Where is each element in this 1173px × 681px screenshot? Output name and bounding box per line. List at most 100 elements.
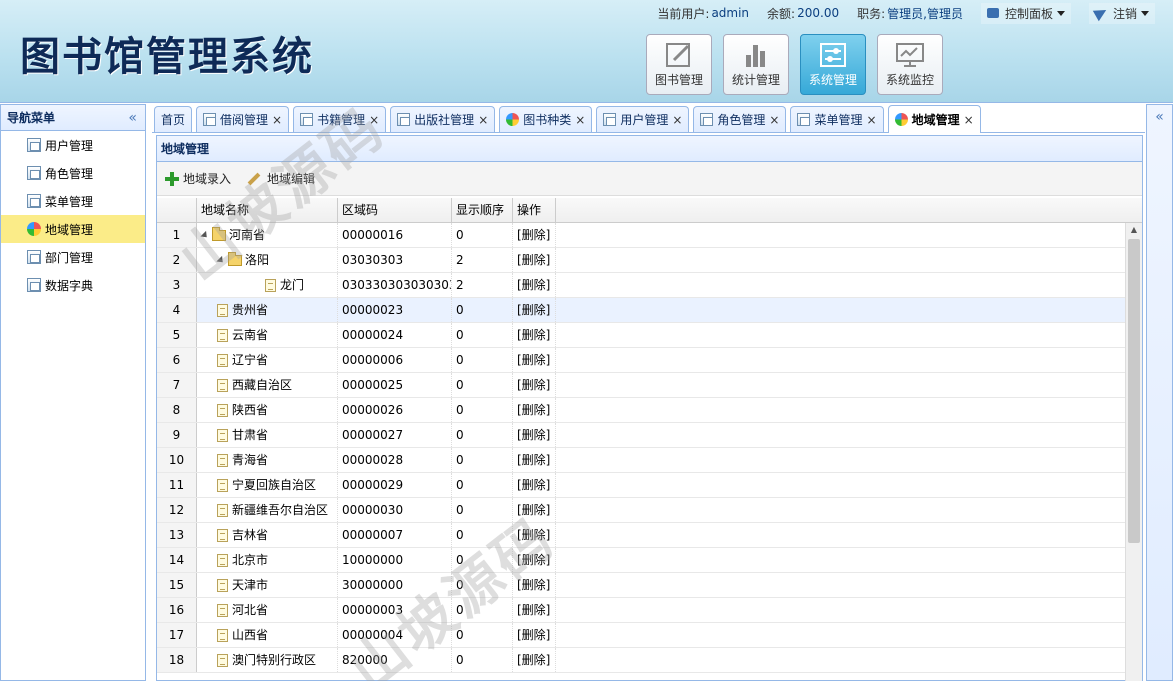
add-region-button[interactable]: 地域录入 — [165, 170, 231, 187]
tree-node[interactable]: 陕西省 — [201, 398, 337, 422]
close-icon[interactable]: × — [769, 113, 779, 127]
tree-node[interactable]: 龙门 — [201, 273, 337, 297]
delete-link[interactable]: [删除] — [513, 548, 556, 572]
tree-node[interactable]: 澳门特别行政区 — [201, 648, 337, 672]
delete-link[interactable]: [删除] — [513, 648, 556, 672]
nav-button-bar-chart[interactable]: 统计管理 — [723, 34, 789, 95]
sidebar-item[interactable]: 数据字典 — [1, 271, 145, 299]
delete-link[interactable]: [删除] — [513, 273, 556, 297]
table-row[interactable]: 6 辽宁省 00000006 0 [删除] — [157, 348, 1142, 373]
nav-button-settings-sliders[interactable]: 系统管理 — [800, 34, 866, 95]
expand-arrow-icon[interactable] — [200, 230, 210, 240]
delete-link[interactable]: [删除] — [513, 348, 556, 372]
table-row[interactable]: 14 北京市 10000000 0 [删除] — [157, 548, 1142, 573]
sidebar-item[interactable]: 地域管理 — [1, 215, 145, 243]
tab[interactable]: 菜单管理 × — [790, 106, 884, 132]
delete-link[interactable]: [删除] — [513, 623, 556, 647]
tree-node[interactable]: 天津市 — [201, 573, 337, 597]
close-icon[interactable]: × — [478, 113, 488, 127]
table-row[interactable]: 7 西藏自治区 00000025 0 [删除] — [157, 373, 1142, 398]
tree-node[interactable]: 云南省 — [201, 323, 337, 347]
column-header-action[interactable]: 操作 — [513, 198, 556, 222]
tab[interactable]: 出版社管理 × — [390, 106, 496, 132]
nav-button-monitor[interactable]: 系统监控 — [877, 34, 943, 95]
table-row[interactable]: 5 云南省 00000024 0 [删除] — [157, 323, 1142, 348]
display-order: 0 — [452, 548, 513, 572]
close-icon[interactable]: × — [272, 113, 282, 127]
tab[interactable]: 地域管理 × — [887, 105, 981, 133]
table-row[interactable]: 1 河南省 00000016 0 [删除] — [157, 223, 1142, 248]
nav-button-edit[interactable]: 图书管理 — [646, 34, 712, 95]
tree-node[interactable]: 河北省 — [201, 598, 337, 622]
logout-button[interactable]: 注销 — [1088, 2, 1155, 24]
sidebar-item[interactable]: 角色管理 — [1, 159, 145, 187]
tree-node[interactable]: 贵州省 — [201, 298, 337, 322]
expand-arrow-icon[interactable] — [216, 255, 226, 265]
table-row[interactable]: 2 洛阳 03030303 2 [删除] — [157, 248, 1142, 273]
delete-link[interactable]: [删除] — [513, 373, 556, 397]
collapse-left-icon[interactable]: « — [128, 105, 137, 131]
control-panel-button[interactable]: 控制面板 — [980, 2, 1071, 24]
region-code: 00000025 — [338, 373, 452, 397]
delete-link[interactable]: [删除] — [513, 323, 556, 347]
delete-link[interactable]: [删除] — [513, 598, 556, 622]
close-icon[interactable]: × — [672, 113, 682, 127]
delete-link[interactable]: [删除] — [513, 223, 556, 247]
tab[interactable]: 用户管理 × — [596, 106, 690, 132]
delete-link[interactable]: [删除] — [513, 523, 556, 547]
table-row[interactable]: 10 青海省 00000028 0 [删除] — [157, 448, 1142, 473]
tree-node[interactable]: 青海省 — [201, 448, 337, 472]
table-row[interactable]: 8 陕西省 00000026 0 [删除] — [157, 398, 1142, 423]
delete-link[interactable]: [删除] — [513, 298, 556, 322]
tree-node[interactable]: 河南省 — [200, 223, 337, 247]
delete-link[interactable]: [删除] — [513, 573, 556, 597]
table-row[interactable]: 17 山西省 00000004 0 [删除] — [157, 623, 1142, 648]
tree-node[interactable]: 北京市 — [201, 548, 337, 572]
tab[interactable]: 借阅管理 × — [196, 106, 290, 132]
table-row[interactable]: 13 吉林省 00000007 0 [删除] — [157, 523, 1142, 548]
tree-node[interactable]: 吉林省 — [201, 523, 337, 547]
delete-link[interactable]: [删除] — [513, 448, 556, 472]
tab[interactable]: 首页 — [154, 106, 193, 132]
column-header-name[interactable]: 地域名称 — [197, 198, 338, 222]
edit-region-button[interactable]: 地域编辑 — [245, 170, 315, 187]
table-row[interactable]: 11 宁夏回族自治区 00000029 0 [删除] — [157, 473, 1142, 498]
close-icon[interactable]: × — [867, 113, 877, 127]
tree-node[interactable]: 甘肃省 — [201, 423, 337, 447]
table-row[interactable]: 16 河北省 00000003 0 [删除] — [157, 598, 1142, 623]
table-row[interactable]: 4 贵州省 00000023 0 [删除] — [157, 298, 1142, 323]
delete-link[interactable]: [删除] — [513, 473, 556, 497]
scroll-up-icon[interactable]: ▲ — [1126, 223, 1142, 237]
expand-right-icon[interactable]: « — [1147, 109, 1172, 125]
tree-node[interactable]: 新疆维吾尔自治区 — [201, 498, 337, 522]
delete-link[interactable]: [删除] — [513, 398, 556, 422]
tab[interactable]: 书籍管理 × — [293, 106, 387, 132]
delete-link[interactable]: [删除] — [513, 498, 556, 522]
table-row[interactable]: 3 龙门 030330303030303 2 [删除] — [157, 273, 1142, 298]
tree-node[interactable]: 洛阳 — [201, 248, 337, 272]
vertical-scrollbar[interactable]: ▲ — [1125, 223, 1142, 681]
delete-link[interactable]: [删除] — [513, 248, 556, 272]
delete-link[interactable]: [删除] — [513, 423, 556, 447]
close-icon[interactable]: × — [369, 113, 379, 127]
sidebar-item[interactable]: 菜单管理 — [1, 187, 145, 215]
tree-node[interactable]: 辽宁省 — [201, 348, 337, 372]
region-name: 西藏自治区 — [232, 378, 293, 392]
tree-node[interactable]: 宁夏回族自治区 — [201, 473, 337, 497]
region-code: 30000000 — [338, 573, 452, 597]
table-row[interactable]: 18 澳门特别行政区 820000 0 [删除] — [157, 648, 1142, 673]
table-row[interactable]: 12 新疆维吾尔自治区 00000030 0 [删除] — [157, 498, 1142, 523]
tab[interactable]: 图书种类 × — [499, 106, 593, 132]
table-row[interactable]: 15 天津市 30000000 0 [删除] — [157, 573, 1142, 598]
column-header-code[interactable]: 区域码 — [338, 198, 452, 222]
scroll-thumb[interactable] — [1128, 239, 1140, 543]
sidebar-item[interactable]: 部门管理 — [1, 243, 145, 271]
column-header-order[interactable]: 显示顺序 — [452, 198, 513, 222]
tab[interactable]: 角色管理 × — [693, 106, 787, 132]
tree-node[interactable]: 西藏自治区 — [201, 373, 337, 397]
close-icon[interactable]: × — [575, 113, 585, 127]
close-icon[interactable]: × — [964, 113, 974, 127]
table-row[interactable]: 9 甘肃省 00000027 0 [删除] — [157, 423, 1142, 448]
sidebar-item[interactable]: 用户管理 — [1, 131, 145, 159]
tree-node[interactable]: 山西省 — [201, 623, 337, 647]
